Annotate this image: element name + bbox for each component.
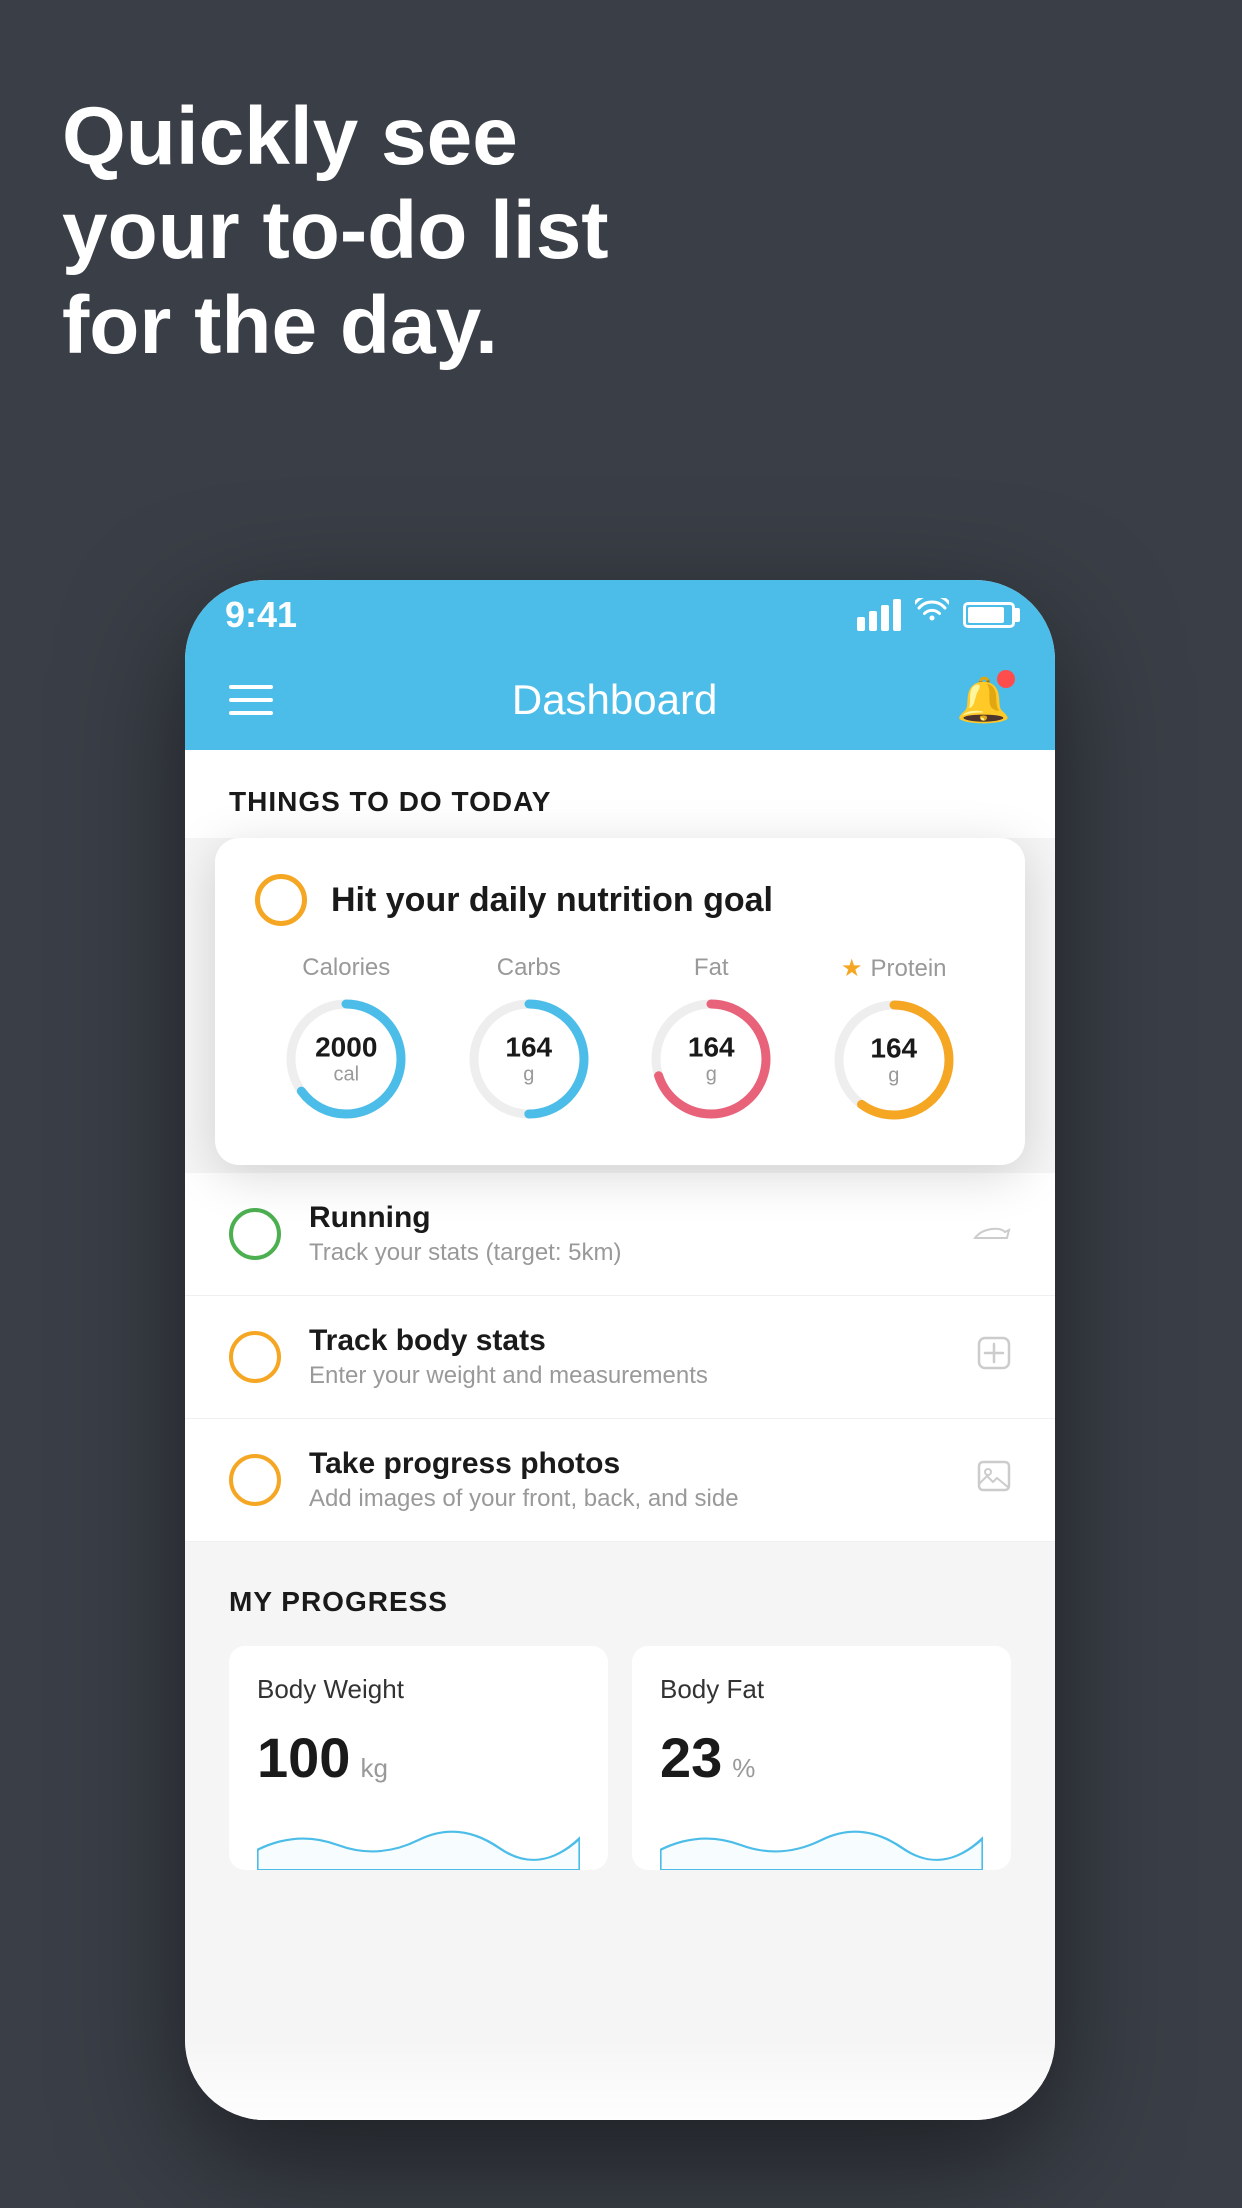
col-label-row: Fat (694, 954, 729, 982)
donut-center: 164 g (870, 1034, 917, 1087)
donut-unit: g (688, 1063, 735, 1085)
signal-icon (857, 599, 901, 631)
nutrition-col-fat: Fat 164 g (646, 954, 776, 1124)
donut-chart-protein: 164 g (829, 995, 959, 1125)
nutrition-col-carbs: Carbs 164 g (464, 954, 594, 1124)
todo-check-circle (229, 1331, 281, 1383)
star-icon: ★ (841, 954, 863, 983)
progress-main-value: 100 (257, 1725, 350, 1790)
progress-unit: kg (360, 1753, 387, 1784)
donut-value: 164 (688, 1033, 735, 1064)
status-time: 9:41 (225, 594, 297, 636)
donut-center: 164 g (505, 1033, 552, 1086)
todo-list: Running Track your stats (target: 5km) T… (185, 1173, 1055, 1542)
notification-bell[interactable]: 🔔 (956, 674, 1011, 726)
progress-value-row: 23 % (660, 1725, 983, 1790)
donut-value: 2000 (315, 1033, 377, 1064)
wave-chart (660, 1810, 983, 1870)
bottom-fade (185, 2040, 1055, 2120)
status-icons (857, 598, 1015, 632)
nutrition-col-protein: ★ Protein 164 g (829, 954, 959, 1125)
col-label: Calories (302, 954, 390, 982)
donut-unit: g (505, 1063, 552, 1085)
todo-action-icon (977, 1459, 1011, 1501)
todo-item-0[interactable]: Running Track your stats (target: 5km) (185, 1173, 1055, 1296)
status-bar: 9:41 (185, 580, 1055, 650)
todo-check-circle (229, 1454, 281, 1506)
col-label: Protein (870, 955, 946, 983)
todo-sublabel: Add images of your front, back, and side (309, 1485, 949, 1513)
progress-card-0[interactable]: Body Weight 100 kg (229, 1646, 608, 1870)
todo-check-circle (229, 1208, 281, 1260)
col-label-row: ★ Protein (841, 954, 947, 983)
battery-icon (963, 602, 1015, 628)
progress-unit: % (732, 1753, 755, 1784)
progress-card-1[interactable]: Body Fat 23 % (632, 1646, 1011, 1870)
todo-item-1[interactable]: Track body stats Enter your weight and m… (185, 1296, 1055, 1419)
nutrition-card[interactable]: Hit your daily nutrition goal Calories 2… (215, 838, 1025, 1165)
todo-label: Track body stats (309, 1324, 949, 1358)
card-header-row: Hit your daily nutrition goal (255, 874, 985, 926)
progress-card-title: Body Fat (660, 1674, 983, 1705)
donut-chart-fat: 164 g (646, 994, 776, 1124)
todo-item-2[interactable]: Take progress photos Add images of your … (185, 1419, 1055, 1542)
todo-label: Running (309, 1201, 945, 1235)
phone-content: THINGS TO DO TODAY Hit your daily nutrit… (185, 750, 1055, 2120)
donut-center: 164 g (688, 1033, 735, 1086)
progress-main-value: 23 (660, 1725, 722, 1790)
col-label-row: Calories (302, 954, 390, 982)
menu-button[interactable] (229, 685, 273, 715)
progress-section: MY PROGRESS Body Weight 100 kg Body Fat … (185, 1542, 1055, 1900)
header-title: Dashboard (512, 676, 717, 724)
phone-mockup: 9:41 Dashboard 🔔 (185, 580, 1055, 2120)
todo-text: Take progress photos Add images of your … (309, 1447, 949, 1513)
donut-chart-calories: 2000 cal (281, 994, 411, 1124)
todo-sublabel: Enter your weight and measurements (309, 1362, 949, 1390)
headline-line3: for the day. (62, 279, 609, 373)
todo-text: Track body stats Enter your weight and m… (309, 1324, 949, 1390)
todo-label: Take progress photos (309, 1447, 949, 1481)
donut-value: 164 (505, 1033, 552, 1064)
progress-title: MY PROGRESS (229, 1586, 1011, 1618)
todo-sublabel: Track your stats (target: 5km) (309, 1239, 945, 1267)
headline: Quickly see your to-do list for the day. (62, 90, 609, 373)
nutrition-card-title: Hit your daily nutrition goal (331, 881, 773, 920)
nutrition-col-calories: Calories 2000 cal (281, 954, 411, 1124)
section-header: THINGS TO DO TODAY (185, 750, 1055, 838)
wifi-icon (915, 598, 949, 632)
donut-chart-carbs: 164 g (464, 994, 594, 1124)
notification-badge (997, 670, 1015, 688)
progress-card-title: Body Weight (257, 1674, 580, 1705)
col-label: Carbs (497, 954, 561, 982)
todo-action-icon (977, 1336, 1011, 1379)
todo-circle-nutrition (255, 874, 307, 926)
nutrition-columns: Calories 2000 cal Carbs 164 g (255, 954, 985, 1125)
wave-chart (257, 1810, 580, 1870)
donut-center: 2000 cal (315, 1033, 377, 1086)
section-title: THINGS TO DO TODAY (229, 786, 551, 817)
donut-unit: cal (315, 1063, 377, 1085)
app-header: Dashboard 🔔 (185, 650, 1055, 750)
donut-unit: g (870, 1064, 917, 1086)
todo-action-icon (973, 1213, 1011, 1255)
col-label: Fat (694, 954, 729, 982)
col-label-row: Carbs (497, 954, 561, 982)
progress-cards: Body Weight 100 kg Body Fat 23 % (229, 1646, 1011, 1870)
headline-line2: your to-do list (62, 184, 609, 278)
todo-text: Running Track your stats (target: 5km) (309, 1201, 945, 1267)
donut-value: 164 (870, 1034, 917, 1065)
progress-value-row: 100 kg (257, 1725, 580, 1790)
headline-line1: Quickly see (62, 90, 609, 184)
